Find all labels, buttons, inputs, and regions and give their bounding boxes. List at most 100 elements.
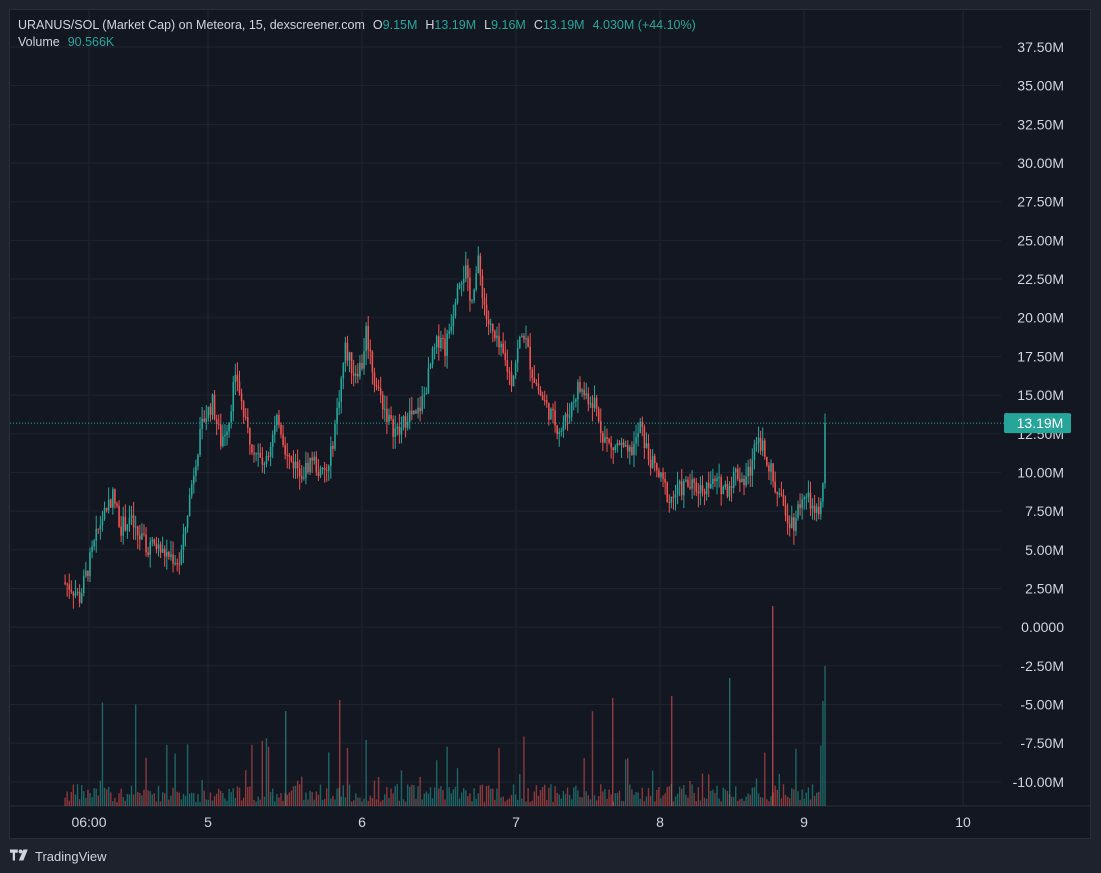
volume-spike [729, 678, 731, 806]
volume-bar [780, 798, 783, 806]
candle-body [728, 486, 731, 497]
volume-bar [656, 789, 658, 806]
volume-bar [367, 800, 369, 806]
candle-body [342, 363, 345, 379]
candle-body [612, 447, 615, 451]
volume-bar [562, 790, 565, 806]
candle-body [759, 437, 762, 451]
candle-body [213, 394, 216, 420]
candle-body [620, 442, 623, 446]
candle-body [286, 454, 289, 456]
volume-bar [591, 711, 594, 806]
candle-body [74, 593, 77, 596]
volume-bar [321, 799, 324, 806]
volume-bar [496, 788, 498, 806]
chart-canvas[interactable]: 37.50M 35.00M 32.50M 30.00M 27.50M 25.00M 22.5… [0, 0, 1101, 873]
volume-bar [550, 784, 552, 806]
volume-bar [307, 799, 309, 806]
candle-body [452, 316, 455, 327]
volume-bar [319, 784, 322, 806]
volume-bar [253, 799, 255, 806]
candle-body [363, 351, 365, 369]
volume-bar [589, 799, 592, 806]
volume-bar [508, 798, 511, 806]
volume-bar [510, 795, 513, 806]
candle-body [70, 589, 73, 592]
volume-bar [467, 796, 469, 806]
candle-body [145, 534, 147, 553]
volume-bar [537, 795, 540, 806]
volume-bar [97, 795, 99, 806]
volume-bar [232, 788, 234, 806]
candle-body [278, 414, 280, 425]
volume-bar [674, 796, 677, 806]
volume-bar [568, 795, 571, 806]
candle-body [168, 552, 170, 557]
candle-body [595, 397, 598, 409]
volume-bar [298, 784, 301, 806]
symbol-title[interactable]: URANUS/SOL (Market Cap) on Meteora, 15, … [18, 17, 365, 34]
candle-body [371, 351, 374, 373]
volume-bar [506, 799, 509, 806]
volume-bar [595, 800, 598, 806]
candle-body [465, 265, 467, 279]
candle-body [413, 410, 415, 415]
volume-bar [735, 786, 737, 806]
volume-bar [743, 800, 745, 806]
volume-bar [419, 776, 421, 806]
volume-bar [681, 788, 683, 806]
candle-body [404, 416, 407, 428]
candle-body [188, 495, 191, 516]
candle-body [558, 431, 561, 435]
volume-bar [764, 752, 766, 806]
volume-bar [440, 786, 442, 806]
volume-bar [809, 799, 812, 806]
candle-body [415, 410, 417, 414]
volume-bar [676, 793, 679, 806]
volume-bar [402, 799, 405, 806]
candle-body [172, 554, 174, 564]
volume-label[interactable]: Volume [18, 34, 60, 51]
candle-body [500, 343, 502, 348]
y-tick-label: -2.50M [1020, 658, 1064, 674]
volume-bar [228, 788, 230, 806]
candle-body [589, 403, 592, 405]
candle-body [473, 289, 475, 301]
candle-body [159, 544, 162, 553]
candle-body [373, 372, 376, 386]
candle-body [724, 484, 727, 487]
candle-body [699, 485, 702, 494]
candle-body [793, 517, 795, 531]
volume-bar [388, 797, 390, 806]
candle-body [211, 394, 214, 415]
volume-bar [209, 792, 212, 806]
footer-brand[interactable]: TradingView [10, 847, 107, 865]
volume-bar [741, 798, 743, 806]
candle-body [219, 424, 222, 447]
volume-bar [276, 794, 278, 806]
volume-bar [215, 793, 218, 806]
candle-body [643, 426, 646, 449]
candle-body [776, 492, 779, 494]
candle-body [91, 546, 93, 553]
volume-bar [641, 787, 643, 806]
volume-bar [259, 799, 261, 806]
volume-bar [379, 801, 382, 806]
volume-bar [618, 790, 621, 806]
volume-bar [446, 746, 448, 806]
volume-bar [375, 799, 378, 806]
volume-bar [560, 798, 563, 806]
y-tick-label: 35.00M [1017, 78, 1064, 94]
volume-bar [153, 793, 156, 806]
candle-body [66, 583, 68, 585]
volume-bar [477, 793, 479, 806]
volume-bar [191, 792, 193, 806]
volume-bar [371, 797, 374, 806]
candle-body [714, 478, 716, 482]
x-tick-label: 7 [512, 814, 520, 830]
candle-body [624, 445, 627, 447]
candle-body [539, 390, 542, 396]
volume-bar [118, 793, 120, 806]
candle-body [203, 418, 205, 422]
volume-value: 90.566K [67, 35, 115, 49]
